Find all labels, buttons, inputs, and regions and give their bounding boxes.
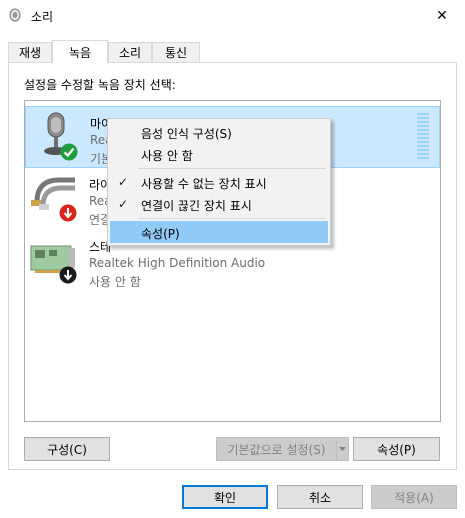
tab-recording[interactable]: 녹음 (52, 40, 108, 64)
menu-separator (138, 168, 326, 169)
menu-item-show-disabled-devices[interactable]: ✓ 사용할 수 없는 장치 표시 (110, 171, 328, 193)
tab-playback[interactable]: 재생 (8, 42, 52, 62)
menu-item-speech-recognition[interactable]: 음성 인식 구성(S) (110, 121, 328, 143)
cancel-button[interactable]: 취소 (277, 485, 363, 509)
device-driver: Realtek High Definition Audio (89, 256, 266, 270)
menu-item-disable[interactable]: 사용 안 함 (110, 143, 328, 165)
ok-button[interactable]: 확인 (182, 485, 268, 509)
disabled-arrow-icon (59, 266, 77, 284)
unplugged-arrow-icon (59, 204, 77, 222)
menu-item-show-disconnected-devices[interactable]: ✓ 연결이 끊긴 장치 표시 (110, 193, 328, 215)
close-button[interactable]: ✕ (419, 0, 465, 31)
check-icon: ✓ (118, 197, 129, 211)
speaker-icon (9, 8, 21, 22)
menu-separator (138, 218, 326, 219)
chevron-down-icon (339, 447, 346, 451)
properties-button[interactable]: 속성(P) (353, 437, 440, 461)
menu-item-properties[interactable]: 속성(P) (110, 221, 328, 243)
check-icon: ✓ (118, 175, 129, 189)
tab-communications[interactable]: 통신 (152, 42, 200, 62)
title-bar: 소리 ✕ (0, 0, 465, 31)
apply-button[interactable]: 적용(A) (371, 485, 457, 509)
level-meter (417, 113, 429, 161)
context-menu: 음성 인식 구성(S) 사용 안 함 ✓ 사용할 수 없는 장치 표시 ✓ 연결… (107, 118, 331, 246)
close-icon: ✕ (436, 7, 448, 24)
set-default-button[interactable]: 기본값으로 설정(S) (216, 437, 336, 461)
tab-sounds[interactable]: 소리 (108, 42, 152, 62)
set-default-dropdown[interactable] (336, 437, 349, 461)
configure-button[interactable]: 구성(C) (24, 437, 110, 461)
device-status: 사용 안 함 (89, 275, 141, 289)
window-title: 소리 (31, 10, 54, 24)
default-check-icon (60, 143, 78, 161)
instruction-label: 설정을 수정할 녹음 장치 선택: (24, 78, 176, 92)
